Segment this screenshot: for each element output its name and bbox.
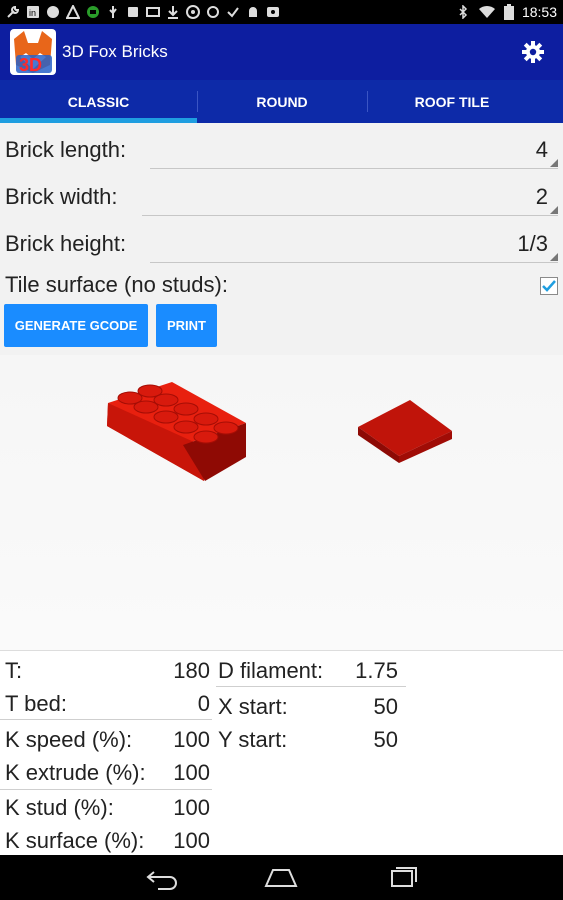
grid-icon [87,6,99,18]
k-stud-label: K stud (%): [5,795,114,820]
spinner-corner-icon [550,206,558,214]
brick-width-label: Brick width: [5,184,118,209]
brick-length-label: Brick length: [5,137,127,162]
circle-icon [207,6,219,18]
bluetooth-icon [459,5,468,19]
generate-gcode-button[interactable]: GENERATE GCODE [4,304,148,347]
brick-height-value: 1/3 [517,231,548,256]
checkmark-icon [542,280,556,292]
y-start-value[interactable]: 50 [336,727,398,753]
x-start-value[interactable]: 50 [336,694,398,720]
android-icon [249,7,257,17]
t-label: T: [5,658,23,683]
separator [0,789,212,790]
d-filament-label: D filament: [218,658,324,683]
tile-surface-checkbox[interactable] [540,277,558,295]
x-start-label: X start: [218,694,288,719]
k-speed-value[interactable]: 100 [150,727,210,753]
back-icon[interactable] [144,866,180,890]
spinner-underline [142,215,558,216]
spinner-underline [150,262,558,263]
tile-model [358,400,452,463]
brick-length-value: 4 [535,137,548,162]
app-title: 3D Fox Bricks [62,42,168,61]
k-surface-label: K surface (%): [5,828,145,853]
print-parameters: T: 180 T bed: 0 K speed (%): 100 K extru… [0,650,563,856]
k-surface-value[interactable]: 100 [150,828,210,854]
action-bar: 3D 3D Fox Bricks [0,24,563,80]
system-icons: 18:53 [456,2,557,22]
usb-icon [109,6,117,18]
check-icon [227,7,239,18]
print-button[interactable]: PRINT [156,304,217,347]
tile-surface-label: Tile surface (no studs): [5,272,228,297]
brick-height-label: Brick height: [5,231,127,256]
download-icon [168,6,178,19]
brick-render [107,382,452,481]
tab-classic[interactable]: CLASSIC [0,80,197,123]
y-start-label: Y start: [218,727,288,752]
leaf-icon [47,6,59,18]
brick-preview [0,355,563,650]
k-stud-value[interactable]: 100 [150,795,210,821]
battery-icon [503,4,514,20]
tab-bar: CLASSIC ROUND ROOF TILE [0,80,563,123]
t-bed-label: T bed: [5,691,67,716]
tab-round[interactable]: ROUND [197,80,367,123]
app-screen: in 18:53 3D 3D Fox Bricks CLASSIC ROUND … [0,0,563,900]
linkedin-icon: in [27,6,39,18]
brick-model [107,382,246,481]
notification-icons: in [6,4,280,20]
app-logo-icon[interactable]: 3D [10,29,56,75]
wrench-icon [7,5,20,18]
recents-icon[interactable] [384,866,420,890]
brick-width-value: 2 [535,184,548,209]
svg-text:3D: 3D [19,55,42,75]
tab-selected-indicator [0,118,197,123]
status-bar: in 18:53 [0,0,563,24]
spinner-corner-icon [550,253,558,261]
wifi-icon [478,5,495,18]
k-extrude-label: K extrude (%): [5,760,146,785]
separator [0,719,212,720]
k-extrude-value[interactable]: 100 [150,760,210,786]
k-speed-label: K speed (%): [5,727,133,752]
image-icon [267,7,279,17]
t-bed-value[interactable]: 0 [150,691,210,717]
clock: 18:53 [521,4,557,20]
triangle-icon [66,5,80,19]
target-icon [186,5,200,19]
t-value[interactable]: 180 [150,658,210,684]
square-icon [128,7,138,17]
spinner-underline [150,168,558,169]
spinner-corner-icon [550,159,558,167]
settings-gear-icon[interactable] [521,40,545,64]
navigation-bar [0,855,563,900]
d-filament-value[interactable]: 1.75 [336,658,398,684]
separator [216,686,406,687]
media-icon [146,7,160,17]
tab-roof-tile[interactable]: ROOF TILE [367,80,537,123]
svg-text:in: in [29,8,36,18]
home-icon[interactable] [263,866,299,890]
